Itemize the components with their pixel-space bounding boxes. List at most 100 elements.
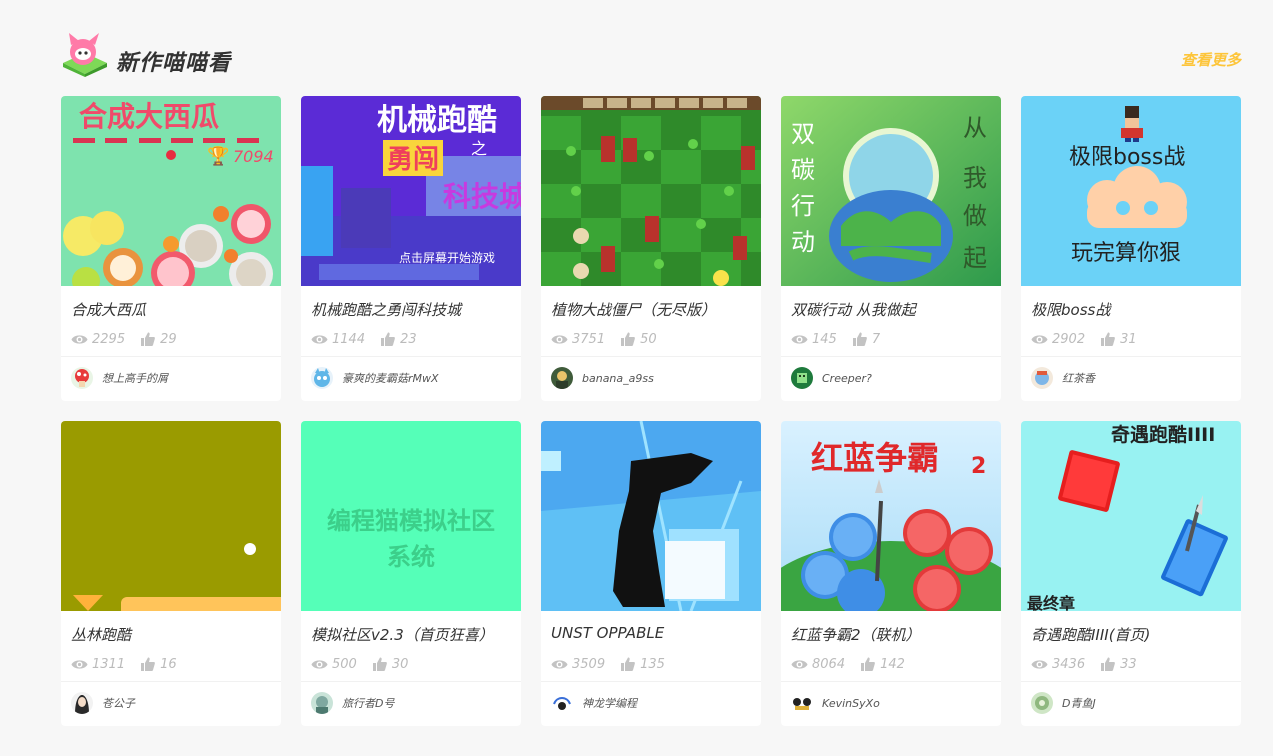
svg-text:科技城: 科技城 xyxy=(443,180,521,213)
svg-text:行: 行 xyxy=(791,192,815,220)
avatar[interactable] xyxy=(791,692,813,714)
like-count: 30 xyxy=(391,656,409,672)
view-count: 8064 xyxy=(812,656,846,672)
author[interactable]: 神龙学编程 xyxy=(551,692,637,714)
view-count: 2902 xyxy=(1052,331,1086,347)
svg-text:7094: 7094 xyxy=(233,147,274,166)
work-card[interactable]: 奇遇跑酷IIII 最终章 奇遇跑酷IIII(首页) 3436 33 D青鱼J xyxy=(1021,421,1241,726)
work-title[interactable]: 合成大西瓜 xyxy=(71,299,146,320)
author[interactable]: 豪爽的麦霸菇rMwX xyxy=(311,367,439,389)
work-card[interactable]: 植物大战僵尸（无尽版） 3751 50 banana_a9ss xyxy=(541,96,761,401)
thumbs-up-icon xyxy=(861,657,875,671)
svg-text:红蓝争霸: 红蓝争霸 xyxy=(811,439,939,477)
avatar[interactable] xyxy=(551,367,573,389)
work-title[interactable]: 双碳行动 从我做起 xyxy=(791,299,916,320)
work-title[interactable]: 奇遇跑酷IIII(首页) xyxy=(1031,624,1150,645)
work-thumbnail[interactable]: 奇遇跑酷IIII 最终章 xyxy=(1021,421,1241,611)
svg-text:编程猫模拟社区: 编程猫模拟社区 xyxy=(327,507,495,535)
card-divider xyxy=(781,356,1001,357)
avatar[interactable] xyxy=(1031,367,1053,389)
card-divider xyxy=(1021,681,1241,682)
author[interactable]: 旅行者D号 xyxy=(311,692,394,714)
work-thumbnail[interactable]: 合成大西瓜 7094 🏆 xyxy=(61,96,281,286)
work-thumbnail[interactable] xyxy=(61,421,281,611)
avatar[interactable] xyxy=(551,692,573,714)
work-title[interactable]: 红蓝争霸2（联机） xyxy=(791,624,921,645)
like-count: 29 xyxy=(160,331,177,347)
author[interactable]: 想上高手的屑 xyxy=(71,367,168,389)
avatar[interactable] xyxy=(71,367,93,389)
author-name[interactable]: KevinSyXo xyxy=(822,697,880,710)
author[interactable]: KevinSyXo xyxy=(791,692,880,714)
work-title[interactable]: 丛林跑酷 xyxy=(71,624,131,645)
author[interactable]: D青鱼J xyxy=(1031,692,1096,714)
svg-text:动: 动 xyxy=(791,228,815,256)
svg-text:之: 之 xyxy=(471,139,487,158)
svg-text:极限boss战: 极限boss战 xyxy=(1069,145,1185,170)
avatar[interactable] xyxy=(1031,692,1053,714)
author[interactable]: 红茶香 xyxy=(1031,367,1095,389)
author-name[interactable]: 红茶香 xyxy=(1062,370,1095,386)
author-name[interactable]: banana_a9ss xyxy=(582,372,654,385)
author-name[interactable]: Creeper? xyxy=(822,372,872,385)
work-card[interactable]: UNST OPPABLE 3509 135 神龙学编程 xyxy=(541,421,761,726)
eye-icon xyxy=(71,659,88,669)
work-title[interactable]: 模拟社区v2.3（首页狂喜） xyxy=(311,624,494,645)
avatar[interactable] xyxy=(311,692,333,714)
work-thumbnail[interactable]: 编程猫模拟社区 系统 xyxy=(301,421,521,611)
work-thumbnail[interactable]: 机械跑酷 之 勇闯 科技城 点击屏幕开始游戏 xyxy=(301,96,521,286)
work-thumbnail[interactable]: 红蓝争霸 2 xyxy=(781,421,1001,611)
card-divider xyxy=(301,681,521,682)
work-card[interactable]: 极限boss战 玩完算你狠 极限boss战 2902 31 红茶香 xyxy=(1021,96,1241,401)
section-title: 新作喵喵看 xyxy=(116,51,232,76)
view-more-link[interactable]: 查看更多 xyxy=(1181,49,1241,70)
work-card[interactable]: 机械跑酷 之 勇闯 科技城 点击屏幕开始游戏 机械跑酷之勇闯科技城 1144 2… xyxy=(301,96,521,401)
svg-text:我: 我 xyxy=(963,164,987,192)
work-card[interactable]: 编程猫模拟社区 系统 模拟社区v2.3（首页狂喜） 500 30 旅行者D号 xyxy=(301,421,521,726)
work-thumbnail[interactable]: 极限boss战 玩完算你狠 xyxy=(1021,96,1241,286)
work-card[interactable]: 红蓝争霸 2 红蓝争霸2（联机） 8064 142 KevinSyXo xyxy=(781,421,1001,726)
work-card[interactable]: 双 碳 行 动 从 我 做 起 双碳行动 从我做起 145 7 Creeper? xyxy=(781,96,1001,401)
work-title[interactable]: 机械跑酷之勇闯科技城 xyxy=(311,299,461,320)
svg-text:合成大西瓜: 合成大西瓜 xyxy=(79,100,219,133)
svg-text:点击屏幕开始游戏: 点击屏幕开始游戏 xyxy=(399,251,495,265)
work-stats: 3436 33 xyxy=(1031,655,1137,673)
view-count: 2295 xyxy=(92,331,126,347)
avatar[interactable] xyxy=(71,692,93,714)
work-stats: 500 30 xyxy=(311,655,408,673)
author[interactable]: 苍公子 xyxy=(71,692,135,714)
work-thumbnail[interactable] xyxy=(541,96,761,286)
svg-text:双: 双 xyxy=(791,120,815,148)
author-name[interactable]: 神龙学编程 xyxy=(582,695,637,711)
like-count: 31 xyxy=(1120,331,1137,347)
work-title[interactable]: UNST OPPABLE xyxy=(551,624,664,642)
view-count: 145 xyxy=(812,331,837,347)
work-card[interactable]: 合成大西瓜 7094 🏆 合成大西瓜 2295 29 想上高手的屑 xyxy=(61,96,281,401)
card-divider xyxy=(781,681,1001,682)
card-divider xyxy=(61,356,281,357)
author[interactable]: banana_a9ss xyxy=(551,367,654,389)
svg-text:勇闯: 勇闯 xyxy=(387,144,439,175)
avatar[interactable] xyxy=(311,367,333,389)
eye-icon xyxy=(1031,659,1048,669)
work-stats: 3751 50 xyxy=(551,330,657,348)
like-count: 16 xyxy=(160,656,177,672)
work-thumbnail[interactable]: 双 碳 行 动 从 我 做 起 xyxy=(781,96,1001,286)
work-thumbnail[interactable] xyxy=(541,421,761,611)
work-title[interactable]: 植物大战僵尸（无尽版） xyxy=(551,299,716,320)
author-name[interactable]: 豪爽的麦霸菇rMwX xyxy=(342,370,439,386)
like-count: 7 xyxy=(871,331,881,347)
avatar[interactable] xyxy=(791,367,813,389)
work-stats: 2295 29 xyxy=(71,330,177,348)
eye-icon xyxy=(71,334,88,344)
author-name[interactable]: 旅行者D号 xyxy=(342,695,394,711)
svg-text:起: 起 xyxy=(963,244,987,272)
work-card[interactable]: 丛林跑酷 1311 16 苍公子 xyxy=(61,421,281,726)
svg-text:碳: 碳 xyxy=(791,156,815,184)
author-name[interactable]: 想上高手的屑 xyxy=(102,370,168,386)
author[interactable]: Creeper? xyxy=(791,367,872,389)
work-title[interactable]: 极限boss战 xyxy=(1031,299,1110,320)
author-name[interactable]: D青鱼J xyxy=(1062,695,1096,711)
author-name[interactable]: 苍公子 xyxy=(102,695,135,711)
thumbs-up-icon xyxy=(621,332,635,346)
